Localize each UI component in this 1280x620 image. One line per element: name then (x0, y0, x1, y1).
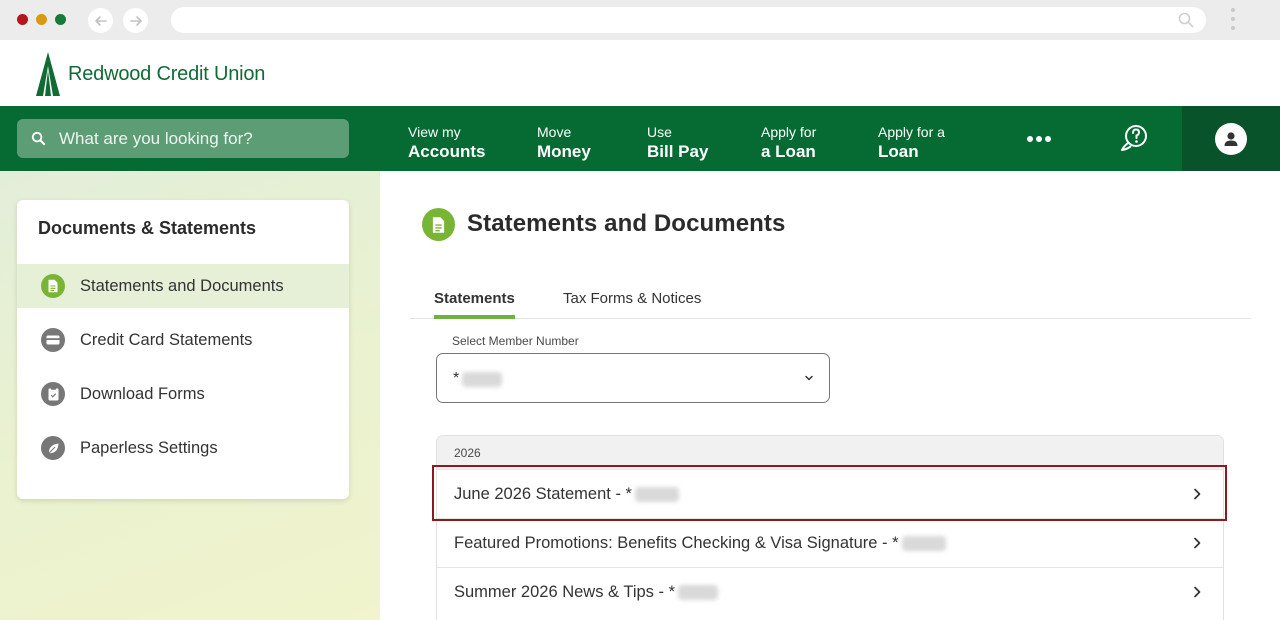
kebab-icon[interactable] (1230, 8, 1236, 34)
sidebar-item-download-forms[interactable]: Download Forms (17, 372, 349, 416)
brand-name: Redwood Credit Union (68, 62, 266, 85)
page-title: Statements and Documents (467, 210, 786, 237)
nav-label-line1: View my (408, 124, 461, 140)
redwood-tree-icon (36, 52, 60, 96)
member-number-select[interactable]: * (436, 353, 830, 403)
nav-label-line2: Money (537, 142, 591, 161)
member-number-prefix: * (453, 370, 460, 387)
statement-row-june-2026[interactable]: June 2026 Statement - * (437, 469, 1223, 518)
statement-list: 2026 June 2026 Statement - * Featured Pr… (436, 435, 1224, 620)
account-profile-button[interactable] (1182, 106, 1280, 171)
document-icon (41, 274, 65, 298)
nav-apply-loan[interactable]: Apply for a Loan (761, 123, 816, 161)
statement-row-featured-promotions[interactable]: Featured Promotions: Benefits Checking &… (437, 518, 1223, 567)
year-group-header: 2026 (437, 436, 1223, 469)
nav-label-line2: Accounts (408, 142, 486, 161)
site-header: Redwood Credit Union (0, 40, 1280, 106)
sidebar-title: Documents & Statements (38, 218, 257, 238)
help-chat-icon[interactable] (1119, 123, 1149, 153)
site-search-input[interactable]: What are you looking for? (17, 119, 349, 158)
address-bar[interactable] (171, 7, 1206, 33)
nav-label-line2: Loan (878, 142, 919, 161)
tab-tax-forms-notices[interactable]: Tax Forms & Notices (563, 290, 701, 307)
user-icon (1215, 122, 1247, 155)
nav-move-money[interactable]: Move Money (537, 123, 591, 161)
sidebar-item-label: Statements and Documents (80, 276, 284, 295)
tab-statements[interactable]: Statements (434, 290, 515, 319)
magnifier-icon (1178, 12, 1194, 28)
nav-label-line2: a Loan (761, 142, 816, 161)
sidebar-card: Documents & Statements Statements and Do… (17, 200, 349, 499)
credit-card-icon (41, 328, 65, 352)
redacted-member-number (462, 371, 503, 387)
search-icon (31, 131, 46, 146)
brand-logo[interactable]: Redwood Credit Union (34, 52, 265, 96)
nav-label-line1: Apply for (761, 124, 817, 140)
window-maximize-dot[interactable] (55, 14, 66, 25)
chevron-right-icon (1194, 586, 1201, 598)
nav-view-accounts[interactable]: View my Accounts (408, 123, 485, 161)
redacted-member-number (901, 535, 946, 551)
chevron-right-icon (1194, 488, 1201, 500)
browser-back-button[interactable] (88, 8, 113, 33)
sidebar-item-label: Credit Card Statements (80, 330, 253, 349)
statement-row-label: Summer 2026 News & Tips - * (454, 582, 675, 601)
sidebar-item-paperless-settings[interactable]: Paperless Settings (17, 426, 349, 470)
statement-row-label: Featured Promotions: Benefits Checking &… (454, 533, 899, 552)
page-document-icon (422, 208, 455, 241)
leaf-icon (41, 436, 65, 460)
member-number-label: Select Member Number (452, 334, 579, 348)
chevron-right-icon (1194, 537, 1201, 549)
document-tabs: Statements Tax Forms & Notices (410, 280, 1251, 319)
nav-bill-pay[interactable]: Use Bill Pay (647, 123, 708, 161)
window-minimize-dot[interactable] (36, 14, 47, 25)
search-placeholder: What are you looking for? (59, 128, 253, 148)
sidebar-item-label: Download Forms (80, 384, 205, 403)
chevron-down-icon (805, 375, 813, 381)
sidebar-item-statements-documents[interactable]: Statements and Documents (17, 264, 349, 308)
sidebar-item-label: Paperless Settings (80, 438, 218, 457)
sidebar-item-credit-card-statements[interactable]: Credit Card Statements (17, 318, 349, 362)
nav-apply-loan-2[interactable]: Apply for a Loan (878, 123, 945, 161)
clipboard-icon (41, 382, 65, 406)
statement-row-label: June 2026 Statement - * (454, 484, 632, 503)
statement-row-summer-news[interactable]: Summer 2026 News & Tips - * (437, 567, 1223, 616)
window-close-dot[interactable] (17, 14, 28, 25)
member-number-value: * (453, 370, 503, 388)
browser-forward-button[interactable] (123, 8, 148, 33)
arrow-left-icon (94, 15, 107, 26)
redacted-member-number (678, 584, 718, 600)
redacted-member-number (634, 486, 679, 502)
nav-label-line2: Bill Pay (647, 142, 709, 161)
nav-label-line1: Move (537, 124, 572, 140)
nav-label-line1: Use (647, 124, 672, 140)
main-navigation: What are you looking for? View my Accoun… (0, 106, 1280, 171)
more-menu-icon[interactable] (1027, 136, 1051, 142)
nav-label-line1: Apply for a (878, 124, 945, 140)
arrow-right-icon (129, 15, 142, 26)
browser-chrome (0, 0, 1280, 40)
